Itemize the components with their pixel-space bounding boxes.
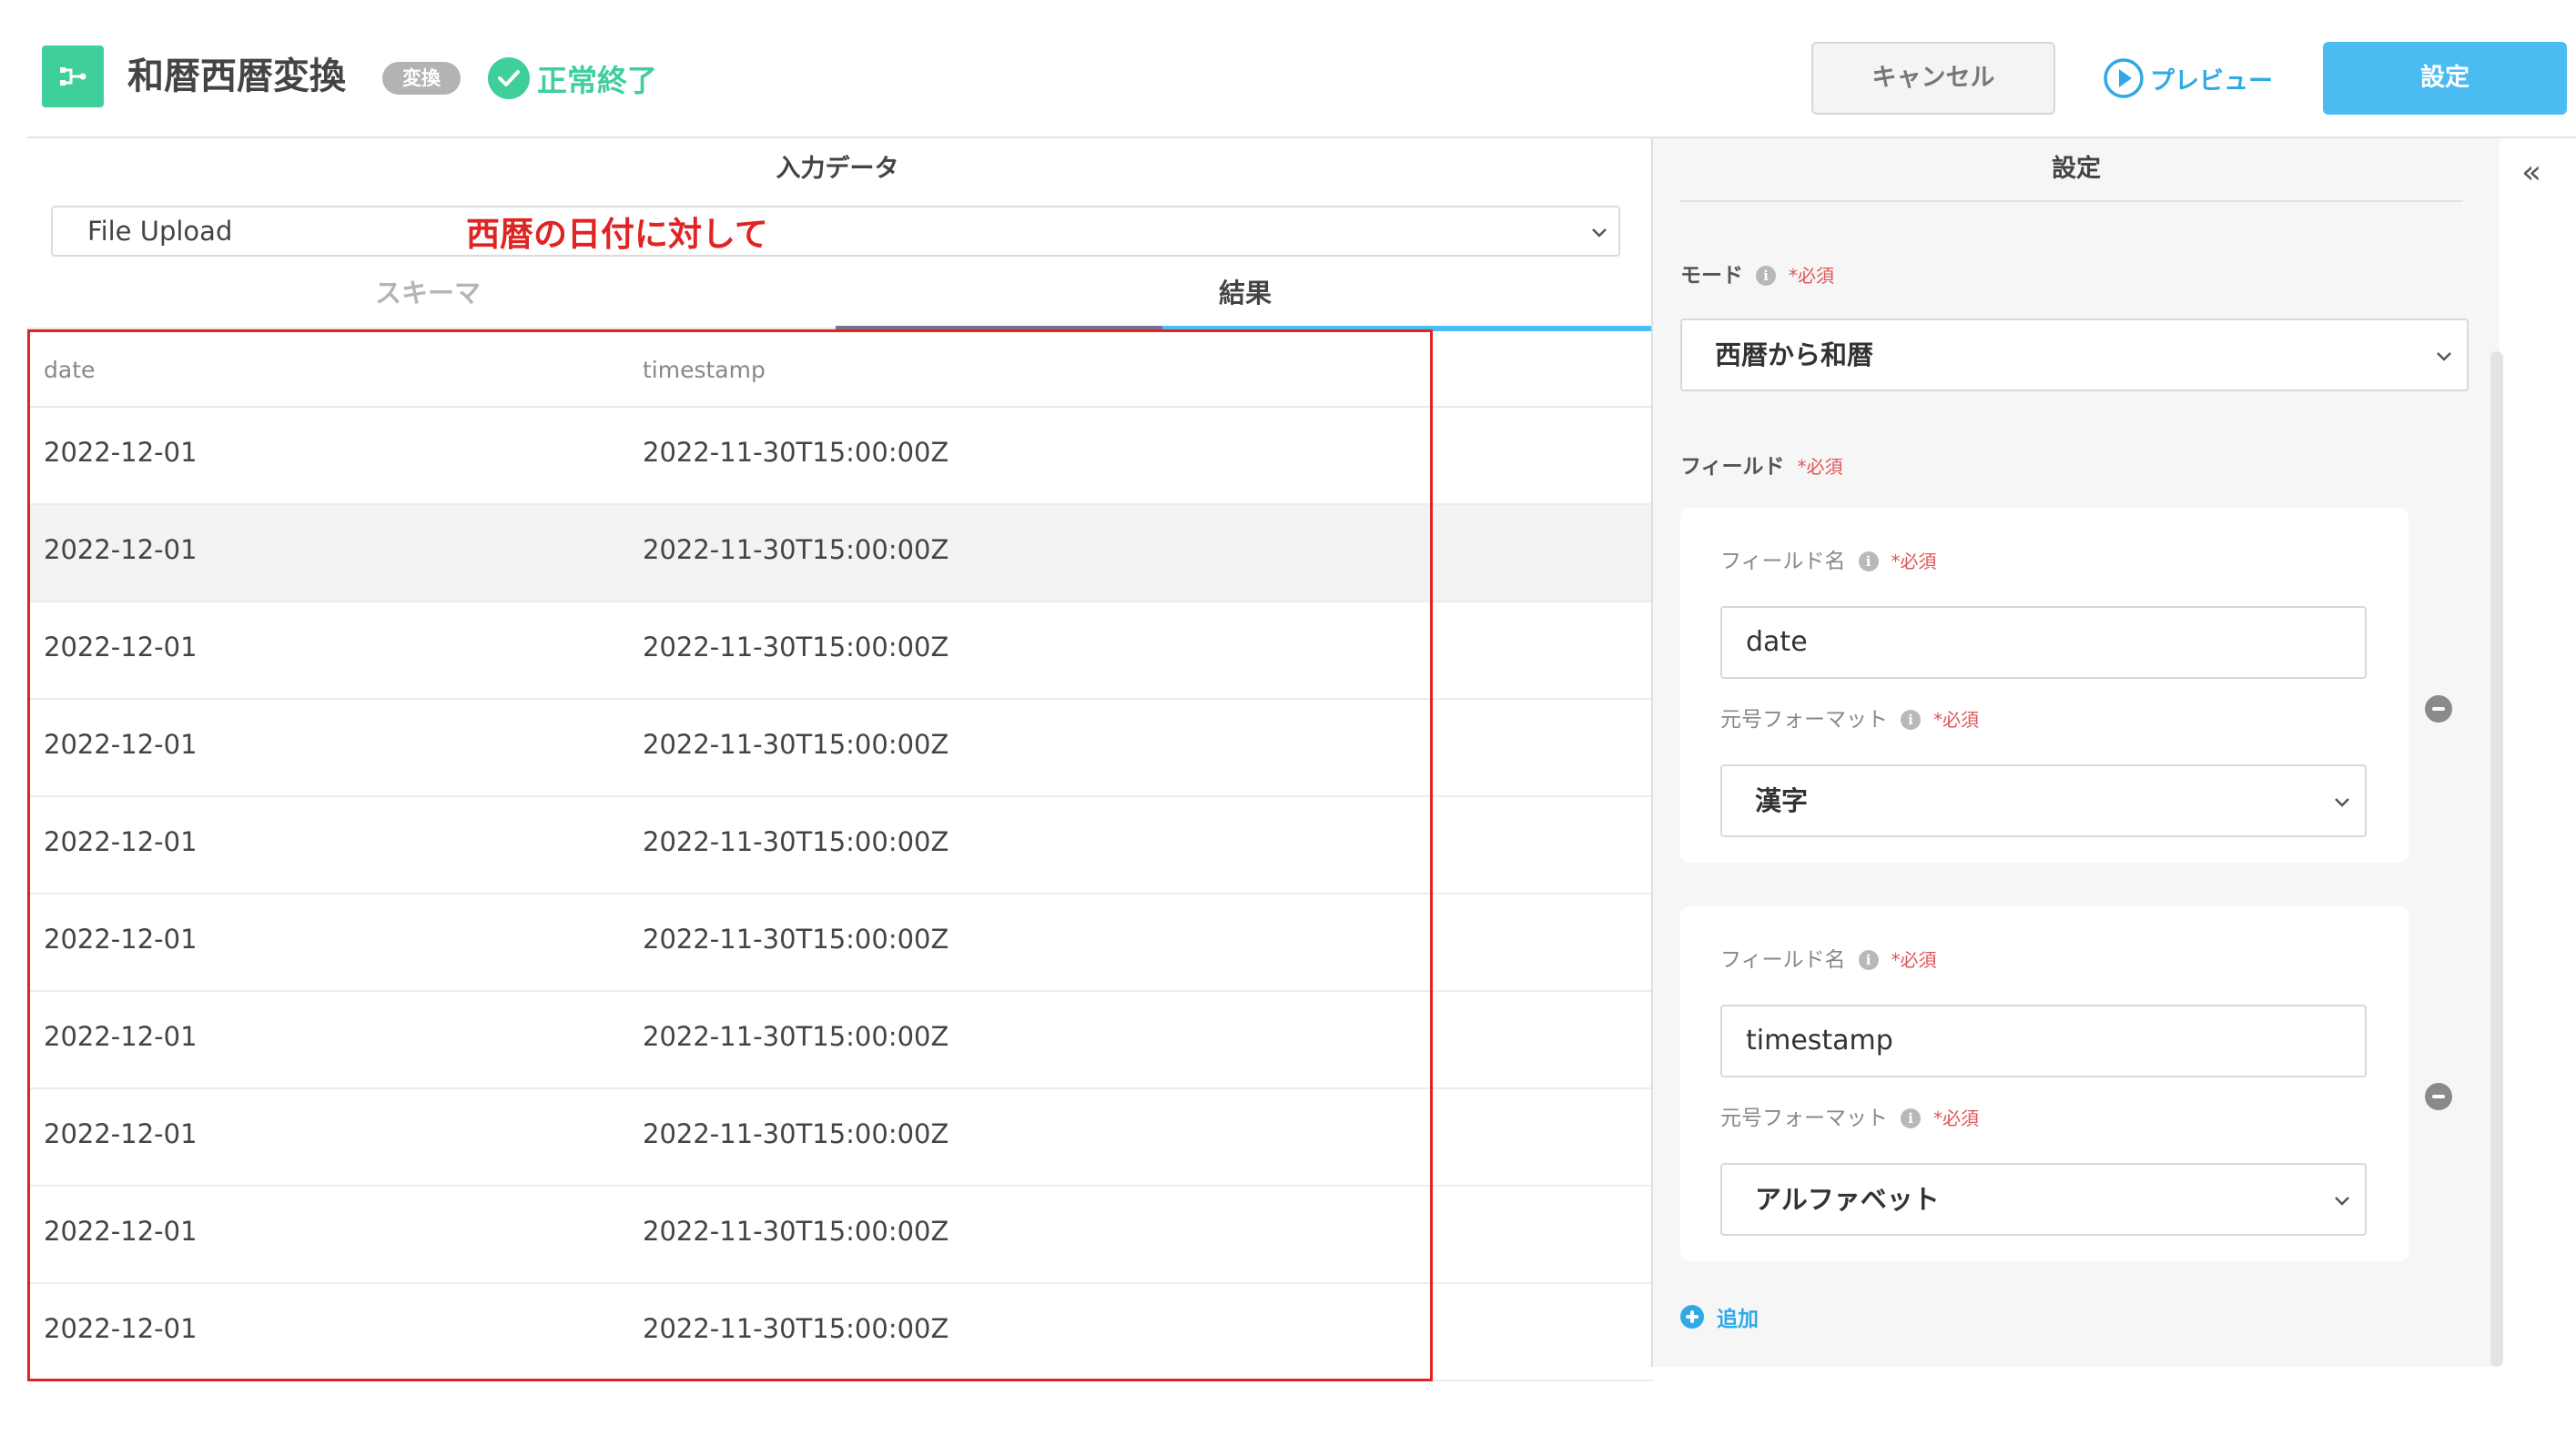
table-header: date timestamp [27, 329, 1653, 408]
play-circle-icon [2103, 57, 2145, 99]
table-row: 2022-12-01 2022-11-30T15:00:00Z [27, 1089, 1653, 1187]
era-format-value: アルファベット [1755, 1165, 1940, 1234]
field-name-input[interactable]: timestamp [1720, 1005, 2367, 1077]
input-data-select-value: File Upload [87, 207, 232, 255]
check-circle-icon [488, 57, 530, 99]
required-mark: *必須 [1891, 546, 1937, 577]
era-format-label-row: 元号フォーマット i *必須 [1720, 704, 1979, 735]
info-icon[interactable]: i [1901, 710, 1921, 730]
info-icon[interactable]: i [1756, 266, 1776, 286]
era-format-label: 元号フォーマット [1720, 1103, 1888, 1134]
mode-select[interactable]: 西暦から和暦 [1680, 318, 2469, 391]
mode-label: モード [1680, 260, 1743, 291]
settings-divider [1680, 200, 2463, 202]
table-row: 2022-12-01 2022-11-30T15:00:00Z [27, 700, 1653, 797]
preview-button[interactable]: プレビュー [2103, 49, 2273, 107]
required-mark: *必須 [1789, 260, 1834, 291]
required-mark: *必須 [1891, 945, 1937, 976]
column-header-date[interactable]: date [44, 357, 95, 383]
chevron-down-icon [1589, 222, 1609, 242]
status-indicator: 正常終了 [488, 56, 657, 100]
required-mark: *必須 [1798, 451, 1843, 482]
cell-timestamp: 2022-11-30T15:00:00Z [643, 1021, 948, 1052]
required-mark: *必須 [1933, 704, 1979, 735]
table-row: 2022-12-01 2022-11-30T15:00:00Z [27, 505, 1653, 602]
add-field-button[interactable]: 追加 [1680, 1301, 1759, 1332]
column-header-timestamp[interactable]: timestamp [643, 357, 766, 383]
field-name-value: timestamp [1746, 1006, 1893, 1076]
cell-timestamp: 2022-11-30T15:00:00Z [643, 1216, 948, 1247]
chevron-down-icon [2434, 346, 2454, 366]
page-title: 和暦西暦変換 [127, 49, 346, 104]
era-format-label-row: 元号フォーマット i *必須 [1720, 1103, 1979, 1134]
era-format-select[interactable]: 漢字 [1720, 764, 2367, 837]
tab-schema[interactable]: スキーマ [27, 273, 828, 313]
era-format-value: 漢字 [1755, 766, 1808, 835]
table-row: 2022-12-01 2022-11-30T15:00:00Z [27, 992, 1653, 1089]
fields-label: フィールド [1680, 451, 1785, 482]
table-row: 2022-12-01 2022-11-30T15:00:00Z [27, 895, 1653, 992]
cell-date: 2022-12-01 [44, 826, 198, 857]
cancel-button[interactable]: キャンセル [1811, 42, 2055, 115]
info-icon[interactable]: i [1859, 950, 1879, 970]
mode-select-value: 西暦から和暦 [1715, 320, 1873, 389]
tab-result[interactable]: 結果 [836, 273, 1655, 313]
remove-field-button[interactable] [2425, 695, 2452, 723]
cell-timestamp: 2022-11-30T15:00:00Z [643, 437, 948, 468]
table-row: 2022-12-01 2022-11-30T15:00:00Z [27, 408, 1653, 505]
cell-date: 2022-12-01 [44, 729, 198, 760]
cell-timestamp: 2022-11-30T15:00:00Z [643, 729, 948, 760]
cell-date: 2022-12-01 [44, 1021, 198, 1052]
cell-date: 2022-12-01 [44, 924, 198, 955]
field-name-label-row: フィールド名 i *必須 [1720, 945, 1937, 976]
type-badge: 変換 [382, 62, 461, 95]
input-data-select[interactable]: File Upload [51, 206, 1620, 257]
era-format-select[interactable]: アルファベット [1720, 1163, 2367, 1236]
field-name-label-row: フィールド名 i *必須 [1720, 546, 1937, 577]
add-field-label: 追加 [1717, 1301, 1759, 1332]
cell-timestamp: 2022-11-30T15:00:00Z [643, 924, 948, 955]
chevron-down-icon [2332, 792, 2352, 812]
remove-field-button[interactable] [2425, 1083, 2452, 1110]
plus-circle-icon [1680, 1305, 1704, 1329]
chevron-down-icon [2332, 1190, 2352, 1210]
annotation-text: 西暦の日付に対して [466, 211, 768, 258]
result-table: date timestamp 2022-12-01 2022-11-30T15:… [27, 329, 1653, 1381]
set-button[interactable]: 設定 [2323, 42, 2567, 115]
cell-timestamp: 2022-11-30T15:00:00Z [643, 1118, 948, 1149]
cell-date: 2022-12-01 [44, 437, 198, 468]
cell-timestamp: 2022-11-30T15:00:00Z [643, 534, 948, 565]
field-name-label: フィールド名 [1720, 546, 1846, 577]
app-logo-icon [42, 46, 104, 107]
table-row: 2022-12-01 2022-11-30T15:00:00Z [27, 602, 1653, 700]
status-text: 正常終了 [537, 56, 657, 100]
table-row: 2022-12-01 2022-11-30T15:00:00Z [27, 1284, 1653, 1381]
settings-scrollbar[interactable] [2490, 351, 2503, 1367]
field-name-input[interactable]: date [1720, 606, 2367, 679]
collapse-panel-icon[interactable]: « [2521, 155, 2541, 191]
info-icon[interactable]: i [1901, 1108, 1921, 1128]
cell-date: 2022-12-01 [44, 534, 198, 565]
cell-timestamp: 2022-11-30T15:00:00Z [643, 632, 948, 662]
field-name-value: date [1746, 608, 1808, 677]
field-name-label: フィールド名 [1720, 945, 1846, 976]
fields-label-row: フィールド *必須 [1680, 451, 1843, 482]
cell-timestamp: 2022-11-30T15:00:00Z [643, 1313, 948, 1344]
settings-title: 設定 [1653, 151, 2500, 187]
cell-date: 2022-12-01 [44, 1118, 198, 1149]
info-icon[interactable]: i [1859, 551, 1879, 571]
cell-date: 2022-12-01 [44, 1216, 198, 1247]
cell-date: 2022-12-01 [44, 1313, 198, 1344]
table-row: 2022-12-01 2022-11-30T15:00:00Z [27, 797, 1653, 895]
cell-timestamp: 2022-11-30T15:00:00Z [643, 826, 948, 857]
required-mark: *必須 [1933, 1103, 1979, 1134]
mode-label-row: モード i *必須 [1680, 260, 1834, 291]
preview-label: プレビュー [2150, 61, 2273, 96]
input-data-label: 入力データ [27, 151, 1648, 187]
table-row: 2022-12-01 2022-11-30T15:00:00Z [27, 1187, 1653, 1284]
era-format-label: 元号フォーマット [1720, 704, 1888, 735]
cell-date: 2022-12-01 [44, 632, 198, 662]
